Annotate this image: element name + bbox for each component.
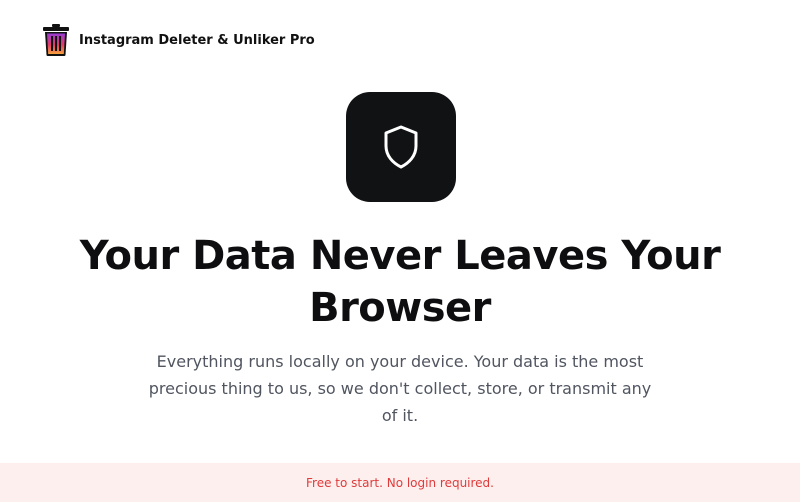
hero-subtitle: Everything runs locally on your device. …: [148, 352, 652, 425]
app-title: Instagram Deleter & Unliker Pro: [79, 32, 315, 48]
trash-bin-icon: [43, 24, 69, 56]
shield-icon: [384, 125, 418, 169]
page: Instagram Deleter & Unliker Pro Your Dat…: [0, 0, 800, 502]
banner-text: Free to start. No login required.: [306, 475, 494, 490]
free-banner: Free to start. No login required.: [0, 463, 800, 502]
shield-icon-tile: [346, 92, 456, 202]
header: Instagram Deleter & Unliker Pro: [43, 24, 315, 56]
hero-title: Your Data Never Leaves Your Browser: [79, 233, 721, 331]
